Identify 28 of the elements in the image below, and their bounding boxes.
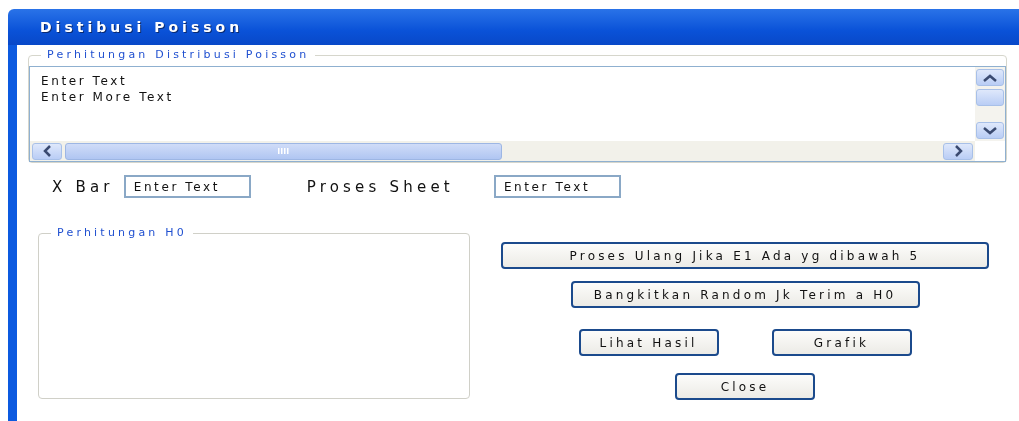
scroll-thumb[interactable] xyxy=(65,142,502,160)
input-field[interactable]: Enter Text xyxy=(493,175,621,198)
text-line: Enter Text xyxy=(41,73,129,89)
window-title: Distibusi Poisson xyxy=(40,19,244,35)
chevron-right-icon xyxy=(953,145,963,157)
chevron-up-icon xyxy=(983,73,997,82)
chevron-down-icon xyxy=(983,126,997,135)
grip-icon xyxy=(277,148,290,154)
scroll-thumb[interactable] xyxy=(976,89,1004,106)
field-label: X Bar xyxy=(52,177,114,196)
field-label: Proses Sheet xyxy=(306,177,454,196)
vertical-scrollbar[interactable] xyxy=(975,67,1005,141)
text-area[interactable]: Enter Text Enter More Text xyxy=(29,66,1006,162)
action-button[interactable]: Close xyxy=(675,373,815,400)
scroll-right-button[interactable] xyxy=(943,142,973,160)
action-button[interactable]: Proses Ulang Jika E1 Ada yg dibawah 5 xyxy=(501,242,989,269)
group-title: Perhitungan H0 xyxy=(51,226,193,240)
scroll-up-button[interactable] xyxy=(976,69,1004,86)
action-button[interactable]: Bangkitkan Random Jk Terim a H0 xyxy=(570,281,920,308)
text-line: Enter More Text xyxy=(41,89,175,105)
horizontal-scrollbar[interactable] xyxy=(30,141,975,161)
action-button[interactable]: Lihat Hasil xyxy=(578,329,719,356)
group-title: Perhitungan Distribusi Poisson xyxy=(41,48,316,62)
scroll-left-button[interactable] xyxy=(32,142,62,160)
chevron-left-icon xyxy=(42,145,52,157)
scroll-down-button[interactable] xyxy=(976,122,1004,139)
input-field[interactable]: Enter Text xyxy=(123,175,251,198)
action-button[interactable]: Grafik xyxy=(771,329,912,356)
